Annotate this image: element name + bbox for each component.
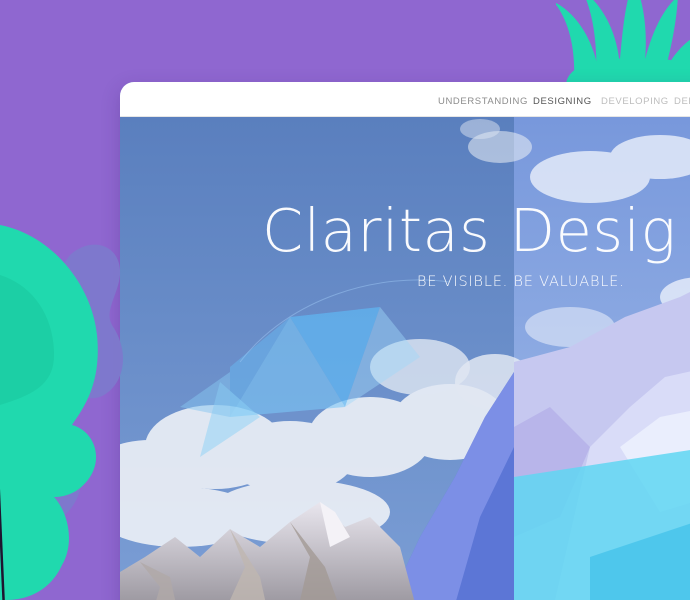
hero-mountain-image (120, 117, 690, 600)
hero-tagline: BE VISIBLE. BE VALUABLE. (417, 274, 625, 290)
website-window: UNDERSTANDING DESIGNING DEVELOPING DEL (120, 82, 690, 600)
leaf-right-icon (556, 0, 690, 84)
nav-item-delivering[interactable]: DEL (674, 96, 690, 107)
nav-item-developing[interactable]: DEVELOPING (601, 96, 669, 107)
nav-bar: UNDERSTANDING DESIGNING DEVELOPING DEL (120, 82, 690, 117)
nav-item-understanding[interactable]: UNDERSTANDING (438, 96, 528, 107)
nav-item-designing[interactable]: DESIGNING (533, 96, 592, 107)
leaf-left-icon (0, 225, 124, 600)
hero-title: Claritas Desig (262, 196, 677, 265)
scene: UNDERSTANDING DESIGNING DEVELOPING DEL (0, 0, 690, 600)
hero-section: Claritas Desig BE VISIBLE. BE VALUABLE. (120, 117, 690, 600)
